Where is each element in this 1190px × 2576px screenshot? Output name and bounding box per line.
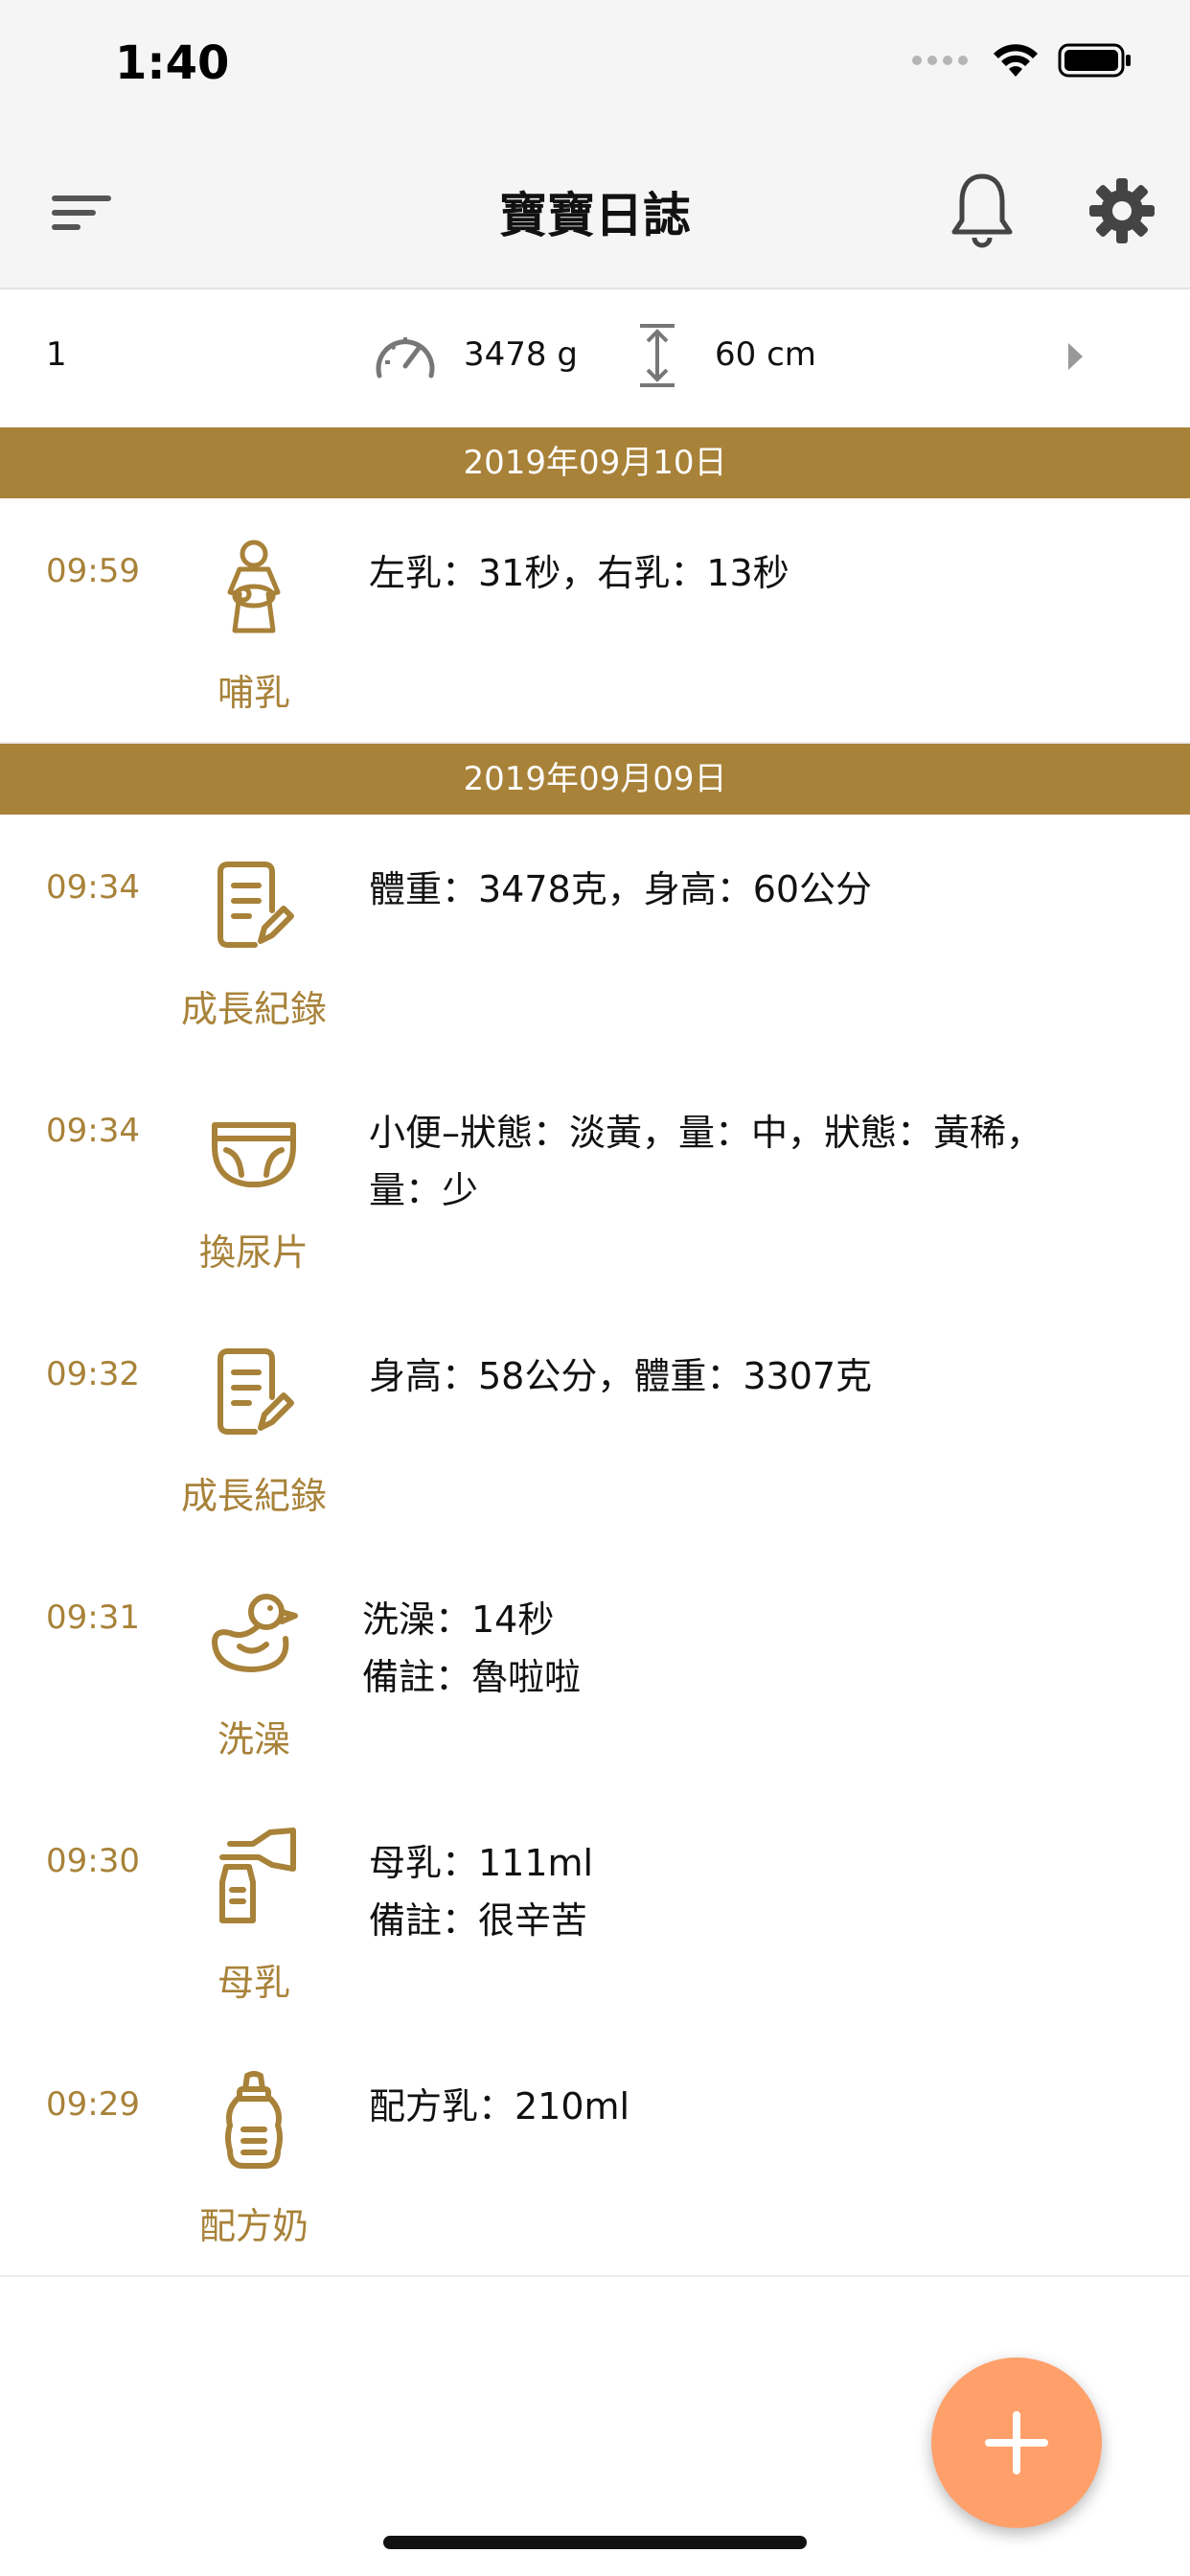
entry-type-label: 哺乳 (217, 672, 290, 714)
baby-weight: 3478 g (464, 335, 578, 374)
entry-details: 配方乳：210ml (369, 2078, 1135, 2135)
navigation-bar: 寶寶日誌 (0, 144, 1190, 289)
entry-detail-line: 洗澡：14秒 (362, 1598, 555, 1641)
entry-time: 09:59 (46, 552, 140, 590)
plus-icon (985, 2411, 1048, 2474)
bell-icon (951, 173, 1013, 248)
wifi-icon (991, 42, 1041, 79)
entry-time: 09:32 (46, 1355, 140, 1393)
entry-time: 09:34 (46, 1112, 140, 1150)
entry-details: 左乳：31秒，右乳：13秒 (369, 544, 1135, 602)
entry-time: 09:30 (46, 1842, 140, 1880)
date-header: 2019年09月10日 (0, 427, 1190, 498)
entry-time: 09:34 (46, 868, 140, 907)
entry-detail-line: 母乳：111ml (369, 1842, 594, 1884)
entry-detail-line: 體重：3478克，身高：60公分 (369, 868, 873, 910)
entry-detail-line: 小便–狀態：淡黃，量：中，狀態：黃稀， (369, 1112, 1043, 1154)
breast-pump-icon (219, 1828, 296, 1923)
entry-details: 小便–狀態：淡黃，量：中，狀態：黃稀， 量：少 (369, 1104, 1135, 1219)
notification-button[interactable] (949, 171, 1016, 252)
log-entry[interactable]: 09:30 母乳 母乳：111ml 備註：很辛苦 (0, 1788, 1190, 2034)
entry-details: 洗澡：14秒 備註：魯啦啦 (362, 1591, 1129, 1706)
baby-info-bar[interactable]: 1 3478 g 60 cm (0, 289, 1190, 426)
entry-time: 09:31 (46, 1598, 140, 1637)
baby-height: 60 cm (715, 335, 816, 374)
entry-time: 09:29 (46, 2085, 140, 2124)
status-icons (912, 42, 1133, 79)
height-icon (640, 324, 675, 387)
cellular-signal-icon (912, 56, 968, 65)
entry-detail-line: 備註：魯啦啦 (362, 1656, 582, 1698)
entry-detail-line: 備註：很辛苦 (369, 1899, 588, 1942)
diaper-icon (212, 1122, 296, 1187)
growth-record-icon (217, 1348, 294, 1435)
status-time: 1:40 (115, 36, 230, 90)
status-bar: 1:40 (0, 0, 1190, 144)
entry-detail-line: 身高：58公分，體重：3307克 (369, 1355, 873, 1397)
entry-type-label: 成長紀錄 (180, 1475, 327, 1517)
baby-bottle-icon (225, 2071, 283, 2169)
duck-bath-icon (212, 1594, 298, 1672)
home-indicator[interactable] (383, 2536, 807, 2549)
gear-icon (1089, 178, 1155, 243)
entry-type-label: 配方奶 (198, 2205, 309, 2247)
log-entry[interactable]: 09:29 配方奶 配方乳：210ml (0, 2032, 1190, 2277)
entry-detail-line: 量：少 (369, 1169, 479, 1211)
entry-details: 身高：58公分，體重：3307克 (369, 1347, 1135, 1405)
growth-record-icon (217, 862, 294, 948)
log-entry[interactable]: 09:31 洗澡 洗澡：14秒 備註：魯啦啦 (0, 1545, 1190, 1790)
entry-type-label: 母乳 (217, 1962, 290, 2004)
add-record-button[interactable] (931, 2358, 1102, 2528)
chevron-right-icon[interactable] (1065, 339, 1087, 374)
settings-button[interactable] (1087, 176, 1156, 245)
entry-details: 體重：3478克，身高：60公分 (369, 861, 1135, 918)
entry-type-label: 洗澡 (217, 1718, 290, 1760)
entry-detail-line: 左乳：31秒，右乳：13秒 (369, 552, 790, 594)
log-entry[interactable]: 09:59 哺乳 左乳：31秒，右乳：13秒 (0, 498, 1190, 744)
date-header: 2019年09月09日 (0, 744, 1190, 815)
speedometer-icon (376, 337, 435, 379)
entry-detail-line: 配方乳：210ml (369, 2085, 630, 2128)
log-entry[interactable]: 09:32 成長紀錄 身高：58公分，體重：3307克 (0, 1301, 1190, 1547)
entry-type-label: 換尿片 (198, 1231, 309, 1274)
breastfeeding-icon (227, 540, 281, 633)
entry-type-label: 成長紀錄 (180, 988, 327, 1030)
entry-details: 母乳：111ml 備註：很辛苦 (369, 1834, 1135, 1949)
log-entry[interactable]: 09:34 成長紀錄 體重：3478克，身高：60公分 (0, 815, 1190, 1060)
baby-name: 1 (46, 335, 67, 374)
battery-icon (1058, 42, 1133, 79)
log-entry[interactable]: 09:34 換尿片 小便–狀態：淡黃，量：中，狀態：黃稀， 量：少 (0, 1058, 1190, 1303)
